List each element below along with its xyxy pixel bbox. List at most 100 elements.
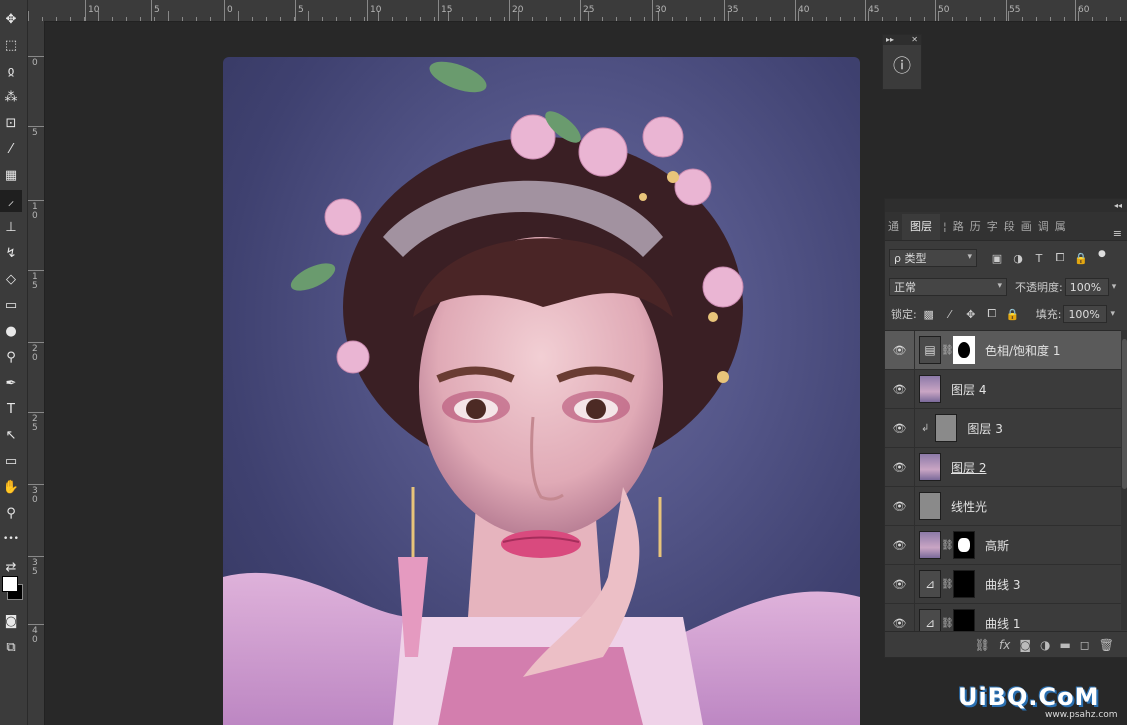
tab-6[interactable]: 段 — [1001, 214, 1018, 240]
layer-mask-thumbnail[interactable] — [953, 531, 975, 559]
close-icon[interactable]: ✕ — [911, 35, 918, 45]
panel-menu-icon[interactable]: ≡ — [1113, 227, 1127, 240]
layer-row[interactable]: 👁 图层 4 — [885, 370, 1121, 409]
adjustment-filter-icon[interactable]: ◑ — [1009, 249, 1027, 267]
layer-name[interactable]: 曲线 3 — [985, 576, 1020, 593]
brush-tool-icon[interactable]: ⸝ — [0, 190, 22, 212]
history-brush-tool-icon[interactable]: ↯ — [0, 242, 22, 264]
layer-name[interactable]: 色相/饱和度 1 — [985, 342, 1061, 359]
magic-wand-tool-icon[interactable]: ⁂ — [0, 86, 22, 108]
new-layer-icon[interactable]: ◻ — [1080, 638, 1090, 652]
eyedropper-tool-icon[interactable]: ⁄ — [0, 138, 22, 160]
collapse-icon[interactable]: ▸▸ — [886, 35, 894, 45]
opacity-dropdown-icon[interactable]: ▾ — [1112, 282, 1117, 292]
tab-8[interactable]: 调 — [1035, 214, 1052, 240]
hand-tool-icon[interactable]: ✋ — [0, 476, 22, 498]
fill-field[interactable]: 100% — [1063, 305, 1108, 323]
layer-thumbnail[interactable] — [919, 492, 941, 520]
delete-layer-icon[interactable]: 🗑 — [1099, 638, 1114, 652]
layer-mask-thumbnail[interactable] — [953, 609, 975, 631]
visibility-eye-icon[interactable]: 👁 — [885, 370, 915, 408]
swap-colors-icon[interactable]: ⇄ — [0, 556, 22, 578]
visibility-eye-icon[interactable]: 👁 — [885, 565, 915, 603]
layer-name[interactable]: 高斯 — [985, 537, 1009, 554]
link-icon[interactable]: ⛓ — [941, 579, 954, 590]
tab-5[interactable]: 字 — [984, 214, 1001, 240]
layer-filter-dropdown[interactable]: ρ 类型 ▾ — [889, 249, 977, 267]
fill-dropdown-icon[interactable]: ▾ — [1110, 309, 1115, 319]
layer-row[interactable]: 👁 ⊿ ⛓ 曲线 3 — [885, 565, 1121, 604]
layer-thumbnail[interactable] — [919, 453, 941, 481]
curves-thumbnail[interactable]: ⊿ — [919, 609, 941, 631]
layer-row[interactable]: 👁 ▤ ⛓ 色相/饱和度 1 — [885, 331, 1121, 370]
link-layers-icon[interactable]: ⛓ — [975, 638, 990, 652]
tab-7[interactable]: 画 — [1018, 214, 1035, 240]
path-selection-tool-icon[interactable]: ↖ — [0, 424, 22, 446]
healing-brush-tool-icon[interactable]: ▦ — [0, 164, 22, 186]
layer-row[interactable]: 👁 图层 2 — [885, 448, 1121, 487]
layer-row[interactable]: 👁 ⛓ 高斯 — [885, 526, 1121, 565]
move-tool-icon[interactable]: ✥ — [0, 8, 22, 30]
adjustment-thumbnail[interactable]: ▤ — [919, 336, 941, 364]
layer-name[interactable]: 图层 4 — [951, 381, 986, 398]
portrait-photo[interactable] — [223, 57, 860, 725]
layer-thumbnail[interactable] — [935, 414, 958, 442]
lock-pixels-icon[interactable]: ⁄ — [941, 305, 959, 323]
layer-row[interactable]: 👁 ⊿ ⛓ 曲线 1 — [885, 604, 1121, 631]
rectangle-tool-icon[interactable]: ▭ — [0, 450, 22, 472]
new-group-icon[interactable]: ▬ — [1059, 638, 1070, 652]
opacity-field[interactable]: 100% — [1064, 278, 1109, 296]
layer-name[interactable]: 线性光 — [951, 498, 987, 515]
layer-name[interactable]: 图层 3 — [967, 420, 1002, 437]
layer-mask-thumbnail[interactable] — [953, 570, 975, 598]
scrollbar-thumb[interactable] — [1122, 339, 1127, 489]
visibility-eye-icon[interactable]: 👁 — [885, 487, 915, 525]
new-adjustment-icon[interactable]: ◑ — [1040, 638, 1050, 652]
layer-thumbnail[interactable] — [919, 531, 941, 559]
screen-mode-icon[interactable]: ⧉ — [0, 636, 22, 658]
blend-mode-dropdown[interactable]: 正常 ▾ — [889, 278, 1007, 296]
lasso-tool-icon[interactable]: ჲ — [0, 60, 22, 82]
dodge-tool-icon[interactable]: ⚲ — [0, 346, 22, 368]
visibility-eye-icon[interactable]: 👁 — [885, 526, 915, 564]
pixel-filter-icon[interactable]: ▣ — [988, 249, 1006, 267]
zoom-tool-icon[interactable]: ⚲ — [0, 502, 22, 524]
tab-3[interactable]: 路 — [950, 214, 967, 240]
info-icon[interactable]: ⓘ — [883, 45, 921, 85]
visibility-eye-icon[interactable]: 👁 — [885, 604, 915, 631]
layer-row[interactable]: 👁 ↲ 图层 3 — [885, 409, 1121, 448]
tab-9[interactable]: 属 — [1052, 214, 1069, 240]
curves-thumbnail[interactable]: ⊿ — [919, 570, 941, 598]
clone-stamp-tool-icon[interactable]: ⊥ — [0, 216, 22, 238]
visibility-eye-icon[interactable]: 👁 — [885, 331, 915, 369]
marquee-tool-icon[interactable]: ⬚ — [0, 34, 22, 56]
panel-collapse-strip[interactable]: ◂◂ — [885, 199, 1127, 212]
type-filter-icon[interactable]: T — [1030, 249, 1048, 267]
visibility-eye-icon[interactable]: 👁 — [885, 409, 915, 447]
foreground-color-swatch[interactable] — [2, 576, 18, 592]
more-tools-icon[interactable]: ••• — [0, 528, 22, 550]
layer-name[interactable]: 曲线 1 — [985, 615, 1020, 632]
layer-name[interactable]: 图层 2 — [951, 459, 986, 476]
shape-filter-icon[interactable]: ⧠ — [1051, 249, 1069, 267]
visibility-eye-icon[interactable]: 👁 — [885, 448, 915, 486]
smart-object-filter-icon[interactable]: 🔒 — [1072, 249, 1090, 267]
eraser-tool-icon[interactable]: ◇ — [0, 268, 22, 290]
gradient-tool-icon[interactable]: ▭ — [0, 294, 22, 316]
lock-transparent-icon[interactable]: ▩ — [920, 305, 938, 323]
layer-thumbnail[interactable] — [919, 375, 941, 403]
lock-all-icon[interactable]: 🔒 — [1004, 305, 1022, 323]
add-style-icon[interactable]: fx — [999, 638, 1010, 652]
tab-1[interactable]: 图层 — [902, 214, 940, 240]
lock-position-icon[interactable]: ✥ — [962, 305, 980, 323]
layer-mask-thumbnail[interactable] — [953, 336, 975, 364]
tab-2[interactable]: ¦ — [940, 214, 950, 240]
blur-tool-icon[interactable]: ● — [0, 320, 22, 342]
filter-toggle[interactable]: ● — [1098, 249, 1106, 267]
link-icon[interactable]: ⛓ — [941, 540, 954, 551]
crop-tool-icon[interactable]: ⊡ — [0, 112, 22, 134]
tab-4[interactable]: 历 — [967, 214, 984, 240]
add-mask-icon[interactable]: ◙ — [1019, 638, 1031, 652]
quick-mask-icon[interactable]: ◙ — [0, 610, 22, 632]
lock-artboard-icon[interactable]: ⧠ — [983, 305, 1001, 323]
